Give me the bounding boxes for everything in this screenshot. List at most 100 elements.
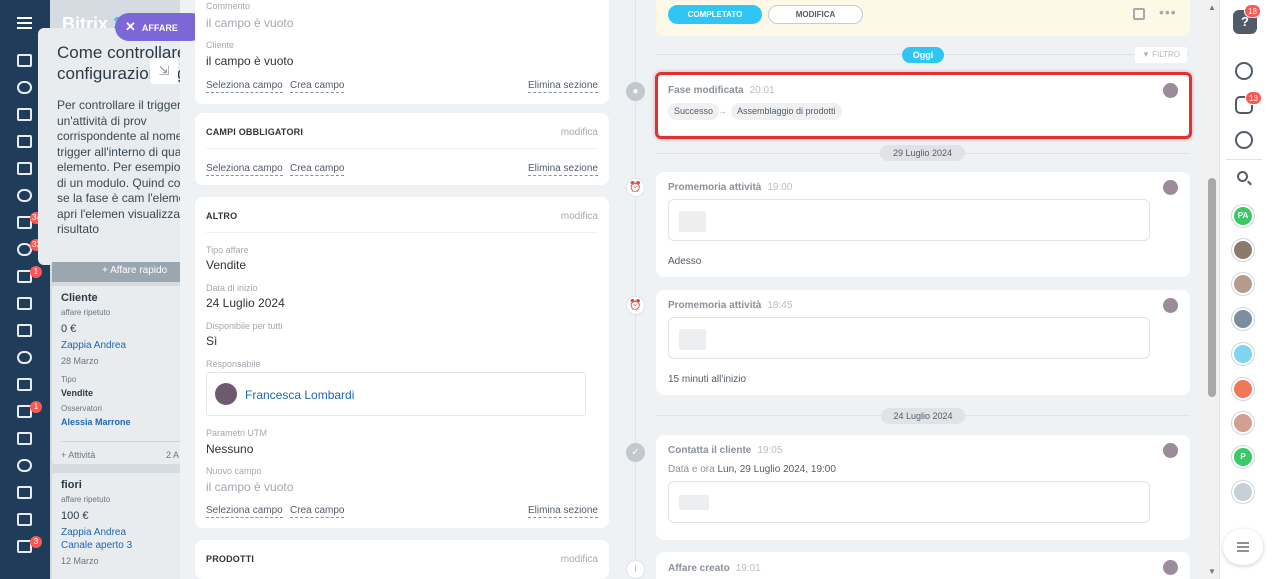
kanban-card[interactable]: fiori affare ripetuto 100 € Zappia Andre… xyxy=(52,473,180,579)
search-icon[interactable] xyxy=(1237,171,1248,182)
tag-icon: ● xyxy=(626,82,645,101)
card-channel-link[interactable]: Canale aperto 3 xyxy=(61,540,180,551)
start-date-label: Data di inizio xyxy=(206,283,258,293)
reminder-card: Promemoria attività 19:00 Adesso xyxy=(656,172,1190,277)
avatar[interactable] xyxy=(1163,560,1178,575)
scroll-down-arrow[interactable]: ▼ xyxy=(1208,567,1216,576)
card-contact-link[interactable]: Zappia Andrea xyxy=(61,340,180,351)
note-icon[interactable] xyxy=(1133,8,1145,20)
edit-button[interactable]: MODIFICA xyxy=(768,5,863,24)
avatar[interactable]: P xyxy=(1232,446,1254,468)
create-field-link[interactable]: Crea campo xyxy=(290,505,345,518)
chat-icon[interactable] xyxy=(17,135,32,148)
toolbar-divider xyxy=(1226,159,1262,160)
delete-section-link[interactable]: Elimina sezione xyxy=(527,505,598,518)
avatar[interactable]: PA xyxy=(1232,205,1254,227)
scrollbar[interactable]: ▲ ▼ xyxy=(1205,0,1219,579)
scroll-up-arrow[interactable]: ▲ xyxy=(1208,3,1216,12)
more-icon[interactable]: ••• xyxy=(1159,4,1177,20)
editor-section-main: Commento il campo è vuoto Cliente il cam… xyxy=(195,0,609,104)
date-pill: 24 Luglio 2024 xyxy=(881,408,965,424)
collapse-panel-button[interactable]: ⇲ xyxy=(150,58,178,84)
avatar[interactable] xyxy=(1232,481,1254,503)
calendar-icon[interactable] xyxy=(17,162,32,175)
avatar[interactable] xyxy=(1163,298,1178,313)
menu-button[interactable] xyxy=(1223,529,1263,565)
event-time: 19:01 xyxy=(735,563,761,574)
task-content[interactable] xyxy=(668,481,1150,523)
quick-add-deal[interactable]: + Affare rapido xyxy=(52,262,180,282)
card-type-label: Tipo xyxy=(61,375,77,384)
chat-icon[interactable] xyxy=(1235,131,1253,149)
sites-icon[interactable] xyxy=(17,297,32,310)
add-activity-link[interactable]: + Attività xyxy=(61,450,95,460)
utm-value[interactable]: Nessuno xyxy=(206,442,253,456)
target-icon[interactable] xyxy=(17,189,32,202)
menu-line xyxy=(1237,546,1249,548)
company-icon[interactable] xyxy=(17,432,32,445)
tasks-icon[interactable] xyxy=(17,81,32,94)
drive-icon[interactable] xyxy=(17,324,32,337)
select-field-link[interactable]: Seleziona campo xyxy=(206,163,283,176)
client-value[interactable]: il campo è vuoto xyxy=(206,54,293,68)
avatar[interactable] xyxy=(1163,180,1178,195)
create-field-link[interactable]: Crea campo xyxy=(290,163,345,176)
card-contact-link[interactable]: Zappia Andrea xyxy=(61,527,180,538)
close-deal-slider-button[interactable]: ✕ AFFARE xyxy=(115,13,205,41)
copilot-icon[interactable] xyxy=(1235,62,1253,80)
comment-value[interactable]: il campo è vuoto xyxy=(206,16,293,30)
filter-label: FILTRO xyxy=(1152,50,1180,59)
available-value[interactable]: Sì xyxy=(206,334,217,348)
home-icon[interactable] xyxy=(17,54,32,67)
card-observer-link[interactable]: Alessia Marrone xyxy=(61,417,180,427)
completed-button[interactable]: COMPLETATO xyxy=(668,5,762,24)
card-title: Cliente xyxy=(61,292,98,304)
responsible-name-link[interactable]: Francesca Lombardi xyxy=(245,388,354,402)
avatar[interactable] xyxy=(1232,308,1254,330)
utm-label: Parametri UTM xyxy=(206,428,268,438)
card-type-value: Vendite xyxy=(61,388,94,398)
section-edit-link[interactable]: modifica xyxy=(561,554,598,565)
delete-section-link[interactable]: Elimina sezione xyxy=(527,80,598,93)
select-field-link[interactable]: Seleziona campo xyxy=(206,505,283,518)
deal-created-title: Affare creato 19:01 xyxy=(668,563,761,574)
create-field-link[interactable]: Crea campo xyxy=(290,80,345,93)
scroll-thumb[interactable] xyxy=(1208,178,1216,397)
nav-badge: 1 xyxy=(30,266,42,278)
responsible-label: Responsabile xyxy=(206,359,261,369)
section-edit-link[interactable]: modifica xyxy=(561,211,598,222)
new-field-value[interactable]: il campo è vuoto xyxy=(206,480,293,494)
highlight-frame xyxy=(655,72,1192,139)
start-date-value[interactable]: 24 Luglio 2024 xyxy=(206,296,285,310)
section-edit-link[interactable]: modifica xyxy=(561,127,598,138)
avatar[interactable] xyxy=(1163,443,1178,458)
editor-section-products: PRODOTTI modifica xyxy=(195,540,609,579)
select-field-link[interactable]: Seleziona campo xyxy=(206,80,283,93)
avatar[interactable] xyxy=(1232,378,1254,400)
deal-type-value[interactable]: Vendite xyxy=(206,258,246,272)
card-footer: + Attività 2 A xyxy=(61,441,180,460)
section-divider xyxy=(206,148,598,149)
menu-icon[interactable] xyxy=(17,17,32,29)
analytics-icon[interactable] xyxy=(17,513,32,526)
delete-section-link[interactable]: Elimina sezione xyxy=(527,163,598,176)
filter-button[interactable]: ▼ FILTRO xyxy=(1135,47,1187,63)
avatar[interactable] xyxy=(1232,412,1254,434)
reminder-content[interactable] xyxy=(668,199,1150,241)
responsible-user[interactable]: Francesca Lombardi xyxy=(206,372,586,416)
notifications-badge: 13 xyxy=(1245,91,1262,105)
avatar[interactable] xyxy=(1232,343,1254,365)
avatar[interactable] xyxy=(1232,273,1254,295)
shop-icon[interactable] xyxy=(17,486,32,499)
kanban-card[interactable]: Cliente affare ripetuto 0 € Zappia Andre… xyxy=(52,286,180,464)
marketing-icon[interactable] xyxy=(17,459,32,472)
info-icon: i xyxy=(626,560,645,579)
section-title: ALTRO xyxy=(206,211,238,221)
employees-icon[interactable] xyxy=(17,351,32,364)
section-divider xyxy=(206,232,598,233)
feed-icon[interactable] xyxy=(17,108,32,121)
task-title: Contatta il cliente 19:05 xyxy=(668,445,782,456)
documents-icon[interactable] xyxy=(17,378,32,391)
reminder-content[interactable] xyxy=(668,317,1150,359)
avatar[interactable] xyxy=(1232,239,1254,261)
